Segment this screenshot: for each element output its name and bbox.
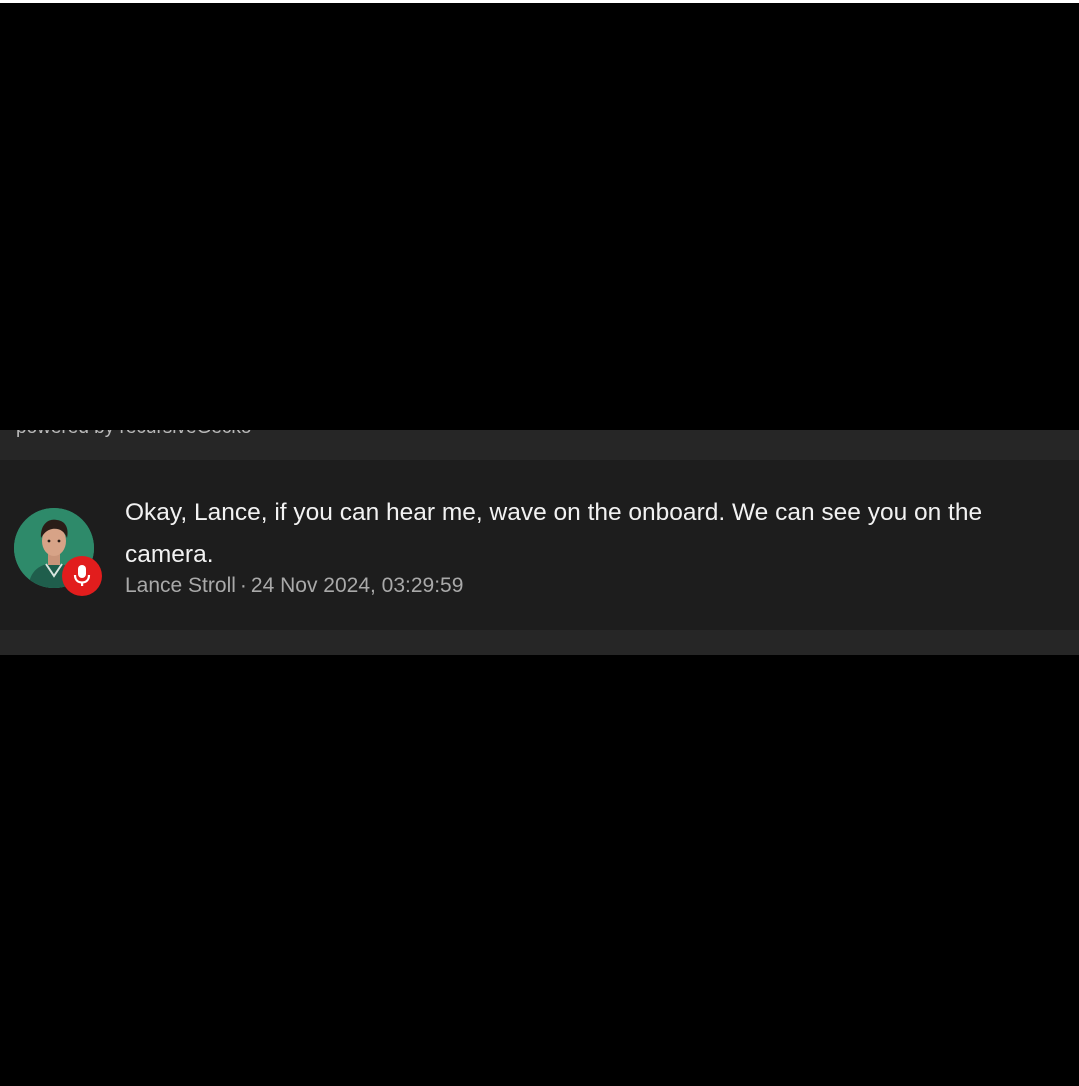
powered-by-text: powered by recursiveGecko	[16, 430, 252, 439]
radio-panel: powered by recursiveGecko	[0, 430, 1079, 655]
top-border	[0, 0, 1079, 3]
radio-message[interactable]: Okay, Lance, if you can hear me, wave on…	[0, 460, 1079, 630]
microphone-icon	[73, 565, 91, 586]
screen: powered by recursiveGecko	[0, 0, 1079, 1086]
powered-by-strip: powered by recursiveGecko	[0, 430, 1079, 458]
message-meta: Lance Stroll · 24 Nov 2024, 03:29:59	[125, 574, 463, 598]
meta-separator: ·	[239, 574, 247, 597]
message-author: Lance Stroll	[125, 574, 236, 597]
message-text: Okay, Lance, if you can hear me, wave on…	[125, 499, 983, 568]
message-timestamp: 24 Nov 2024, 03:29:59	[250, 574, 464, 597]
radio-badge	[62, 556, 102, 596]
